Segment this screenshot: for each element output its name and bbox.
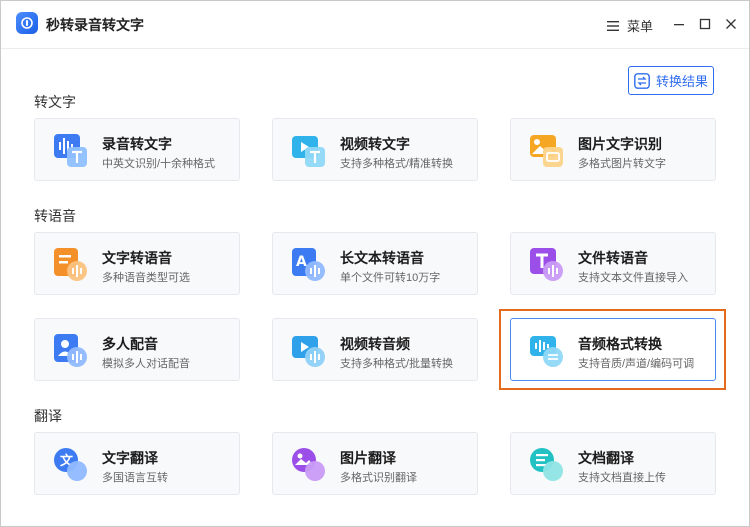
conversion-result-label: 转换结果 [655,74,708,89]
card-title: 多人配音 [102,336,158,352]
file-to-speech-icon [530,248,563,281]
long-text-to-speech-icon: A [292,248,325,281]
section-title-to-speech: 转语音 [34,208,76,224]
card-desc: 多种语音类型可选 [102,272,190,284]
multi-voice-dubbing-icon [54,334,87,367]
card-document-translate[interactable]: 文档翻译 支持文档直接上传 [510,432,716,495]
swap-icon [634,72,650,89]
close-button[interactable] [722,15,740,33]
card-desc: 多格式图片转文字 [578,158,666,170]
card-text-to-speech[interactable]: 文字转语音 多种语音类型可选 [34,232,240,295]
menu-label: 菜单 [627,19,654,34]
video-to-audio-icon [292,336,325,367]
card-file-to-speech[interactable]: 文件转语音 支持文本文件直接导入 [510,232,716,295]
card-title: 录音转文字 [102,136,172,152]
app-logo-icon [16,12,38,34]
text-to-speech-icon [54,248,87,281]
minimize-button[interactable] [670,15,688,33]
card-desc: 多国语言互转 [102,472,168,484]
card-image-translate[interactable]: 图片翻译 多格式识别翻译 [272,432,478,495]
card-desc: 支持文本文件直接导入 [578,272,688,284]
menu-icon [607,20,619,31]
maximize-button[interactable] [696,15,714,33]
card-title: 文档翻译 [578,450,634,466]
section-title-to-text: 转文字 [34,94,76,110]
card-desc: 中英文识别/十余种格式 [102,158,216,170]
card-long-text-to-speech[interactable]: A 长文本转语音 单个文件可转10万字 [272,232,478,295]
text-translate-icon: 文 [54,448,87,481]
image-translate-icon [292,448,325,481]
minimize-icon [674,24,684,26]
app-window: 秒转录音转文字 菜单 转换结果 转文字 录音转文字 中英文识别/十余种格式 视频… [0,0,750,527]
svg-text:A: A [296,254,307,270]
image-ocr-icon [530,135,563,167]
card-desc: 模拟多人对话配音 [102,358,190,370]
card-audio-to-text[interactable]: 录音转文字 中英文识别/十余种格式 [34,118,240,181]
card-title: 长文本转语音 [340,250,424,266]
card-title: 文件转语音 [578,250,648,266]
conversion-result-button[interactable]: 转换结果 [628,66,714,95]
section-title-translate: 翻译 [34,408,62,424]
card-title: 图片翻译 [340,450,396,466]
card-text-translate[interactable]: 文 文字翻译 多国语言互转 [34,432,240,495]
title-bar: 秒转录音转文字 菜单 [1,1,749,49]
card-title: 视频转音频 [340,336,410,352]
selection-highlight [499,309,726,390]
main-content: 转换结果 转文字 录音转文字 中英文识别/十余种格式 视频转文字 支持多种格式/… [1,49,749,526]
card-multi-voice-dubbing[interactable]: 多人配音 模拟多人对话配音 [34,318,240,381]
card-video-to-audio[interactable]: 视频转音频 支持多种格式/批量转换 [272,318,478,381]
card-desc: 支持文档直接上传 [578,472,666,484]
card-desc: 支持多种格式/批量转换 [340,358,454,370]
document-translate-icon [530,448,563,481]
card-title: 视频转文字 [340,136,410,152]
menu-button[interactable]: 菜单 [607,16,653,35]
app-title: 秒转录音转文字 [46,17,144,33]
card-video-to-text[interactable]: 视频转文字 支持多种格式/精准转换 [272,118,478,181]
card-desc: 多格式识别翻译 [340,472,417,484]
card-desc: 单个文件可转10万字 [340,272,441,284]
video-to-text-icon [292,136,325,167]
card-image-ocr[interactable]: 图片文字识别 多格式图片转文字 [510,118,716,181]
card-title: 文字转语音 [102,250,172,266]
card-title: 图片文字识别 [578,136,662,152]
card-title: 文字翻译 [102,450,158,466]
card-desc: 支持多种格式/精准转换 [340,158,454,170]
close-icon [726,19,736,29]
audio-to-text-icon [54,134,87,167]
maximize-icon [699,18,711,30]
